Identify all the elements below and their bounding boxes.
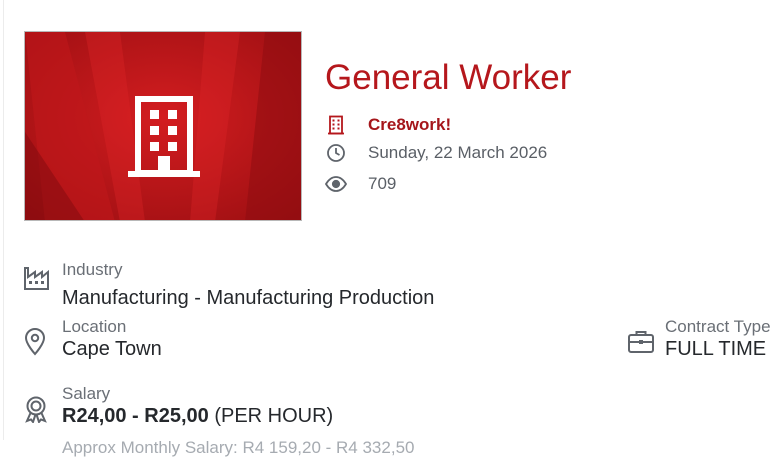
- briefcase-icon: [627, 329, 654, 355]
- map-pin-icon: [23, 328, 49, 356]
- award-ribbon-icon: [23, 395, 49, 425]
- salary-value: R24,00 - R25,00 (PER HOUR): [62, 405, 333, 428]
- company-banner-image: [24, 31, 302, 221]
- salary-period: (PER HOUR): [214, 405, 334, 427]
- salary-range: R24,00 - R25,00: [62, 405, 209, 427]
- eye-icon: [325, 173, 347, 195]
- left-border: [3, 0, 4, 440]
- factory-icon: [23, 265, 49, 291]
- building-icon: [325, 114, 347, 136]
- industry-value: Manufacturing - Manufacturing Production: [62, 287, 435, 309]
- views-row: 709: [325, 173, 396, 195]
- date-row: Sunday, 22 March 2026: [325, 142, 547, 164]
- company-name-link[interactable]: Cre8work!: [368, 115, 451, 135]
- job-title: General Worker: [325, 58, 572, 97]
- posted-date: Sunday, 22 March 2026: [368, 143, 548, 162]
- location-value: Cape Town: [62, 338, 162, 360]
- clock-icon: [325, 142, 347, 164]
- industry-label: Industry: [62, 260, 123, 279]
- company-row[interactable]: Cre8work!: [325, 114, 451, 136]
- approx-monthly-salary: Approx Monthly Salary: R4 159,20 - R4 33…: [62, 438, 415, 457]
- contract-type-label: Contract Type: [665, 317, 771, 336]
- contract-type-value: FULL TIME: [665, 338, 767, 360]
- view-count: 709: [368, 174, 397, 193]
- location-label: Location: [62, 317, 127, 336]
- salary-label: Salary: [62, 384, 111, 403]
